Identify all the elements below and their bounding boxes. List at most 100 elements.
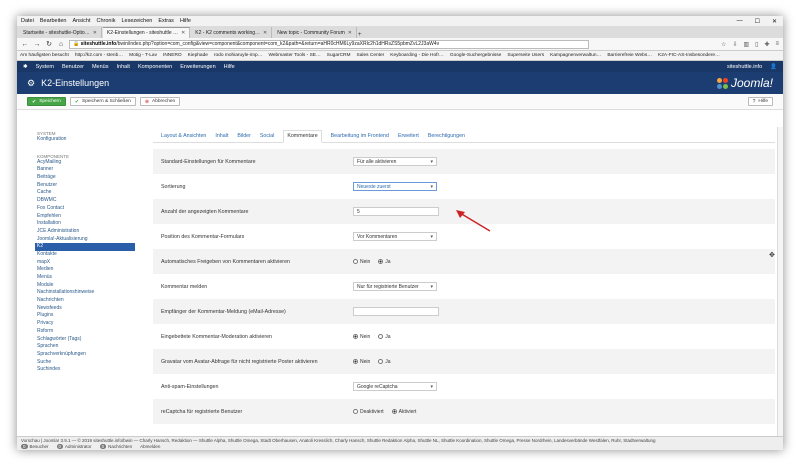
sidebar-item[interactable]: Newsfeeds xyxy=(37,305,135,313)
bookmark-item[interactable]: Keyboarding - Die Hofr… xyxy=(390,53,444,58)
sidebar-item[interactable]: DBWMC xyxy=(37,197,135,205)
back-icon[interactable]: ← xyxy=(21,41,29,48)
browser-tab[interactable]: K2-Einstellungen - siteshuttle … ✕ xyxy=(102,27,191,38)
cancel-button[interactable]: ⊗ Abbrechen xyxy=(139,97,181,106)
form-select[interactable]: Nur für registrierte Benutzer xyxy=(353,282,437,291)
tab-4[interactable]: Kommentare xyxy=(283,130,322,143)
browser-menu-icon[interactable]: ≡ xyxy=(775,41,779,48)
bookmark-item[interactable]: Webmaster Tools - SE… xyxy=(268,53,320,58)
tab-6[interactable]: Erweitert xyxy=(398,133,419,142)
radio-option[interactable]: Deaktiviert xyxy=(353,409,384,415)
form-select[interactable]: Neueste zuerst xyxy=(353,182,437,191)
radio-option[interactable]: Nein xyxy=(353,359,370,365)
sidebar-item[interactable]: JCE Administration xyxy=(37,228,135,236)
sidebar-item[interactable]: AcyMailing xyxy=(37,159,135,167)
sidebar-item[interactable]: Fox Contact xyxy=(37,205,135,213)
sidebar-item[interactable]: Benutzer xyxy=(37,182,135,190)
sidebar-item[interactable]: Rsform xyxy=(37,328,135,336)
bookmark-item[interactable]: Motig - T-Lav xyxy=(129,53,157,58)
tab-close-icon[interactable]: ✕ xyxy=(263,30,267,36)
browser-menu-bearbeiten[interactable]: Bearbeiten xyxy=(40,18,67,24)
new-tab-icon[interactable]: + xyxy=(358,32,362,38)
bookmark-item[interactable]: SugarCRM xyxy=(327,53,351,58)
topnav-hilfe[interactable]: Hilfe xyxy=(224,64,235,70)
reload-icon[interactable]: ↻ xyxy=(45,40,53,48)
bookmark-item[interactable]: Barrierefreie Webs… xyxy=(607,53,652,58)
sidebar-item[interactable]: Module xyxy=(37,282,135,290)
browser-menu-hilfe[interactable]: Hilfe xyxy=(180,18,191,24)
topnav-menüs[interactable]: Menüs xyxy=(92,64,109,70)
tab-2[interactable]: Bilder xyxy=(237,133,251,142)
sidebar-item[interactable]: Plugins xyxy=(37,312,135,320)
browser-menu-ansicht[interactable]: Ansicht xyxy=(72,18,90,24)
tab-3[interactable]: Social xyxy=(260,133,274,142)
bookmark-star-icon[interactable]: ☆ xyxy=(721,41,726,48)
radio-option[interactable]: Aktiviert xyxy=(391,409,416,415)
bookmark-item[interactable]: Kiephade xyxy=(188,53,208,58)
joomla-logo[interactable]: Joomla! xyxy=(716,76,773,90)
bookmark-item[interactable]: rodo mohiaruyle-imp… xyxy=(214,53,263,58)
sidebar-item[interactable]: Nachrichten xyxy=(37,297,135,305)
sidebar-item[interactable]: Sprachen xyxy=(37,343,135,351)
tab-close-icon[interactable]: ✕ xyxy=(181,30,185,36)
browser-tab[interactable]: New topic - Community Forum ✕ xyxy=(273,27,357,38)
sidebar-item[interactable]: Schlagwörter (Tags) xyxy=(37,336,135,344)
form-text-input[interactable] xyxy=(353,307,439,316)
browser-tab[interactable]: K2 - K2 comments working… ✕ xyxy=(191,27,273,38)
radio-option[interactable]: Ja xyxy=(378,259,391,265)
form-select[interactable]: Google reCaptcha xyxy=(353,382,437,391)
extension-icon[interactable]: ✚ xyxy=(764,41,769,48)
bookmark-item[interactable]: Am häufigsten besucht xyxy=(20,53,69,58)
topnav-benutzer[interactable]: Benutzer xyxy=(62,64,84,70)
radio-option[interactable]: Nein xyxy=(353,334,370,340)
sidebar-item[interactable]: Cache xyxy=(37,189,135,197)
save-close-button[interactable]: ✔ Speichern & Schließen xyxy=(69,97,136,106)
bookmark-item[interactable]: INNERO xyxy=(163,53,182,58)
library-icon[interactable]: ▥ xyxy=(743,41,749,48)
radio-option[interactable]: Ja xyxy=(378,359,391,365)
tab-5[interactable]: Bearbeitung im Frontend xyxy=(331,133,389,142)
topnav-system[interactable]: System xyxy=(36,64,54,70)
page-scrollbar[interactable] xyxy=(777,127,783,436)
user-icon[interactable]: 👤 xyxy=(770,64,777,70)
sidebar-item[interactable]: Joomla!-Aktualisierung xyxy=(37,236,135,244)
sidebar-item[interactable]: Banner xyxy=(37,166,135,174)
sidebar-item[interactable]: Suche xyxy=(37,359,135,367)
site-link[interactable]: siteshuttle.info xyxy=(727,64,762,70)
radio-option[interactable]: Ja xyxy=(378,334,391,340)
address-bar[interactable]: 🔒 siteshuttle.info /bwin/index.php?optio… xyxy=(69,39,589,49)
bookmark-item[interactable]: http://k2.com - stenb… xyxy=(75,53,123,58)
browser-menu-lesezeichen[interactable]: Lesezeichen xyxy=(121,18,152,24)
maximize-icon[interactable]: ☐ xyxy=(755,18,760,25)
sidebar-item[interactable]: Menüs xyxy=(37,274,135,282)
bookmark-item[interactable]: Superseite Users xyxy=(507,53,544,58)
help-button[interactable]: ? Hilfe xyxy=(747,97,773,106)
download-icon[interactable]: ⇩ xyxy=(732,41,737,48)
sidebar-item[interactable]: Suchindex xyxy=(37,366,135,374)
sidebar-item[interactable]: Medien xyxy=(37,266,135,274)
sidebar-item[interactable]: Kontakte xyxy=(37,251,135,259)
bookmark-item[interactable]: Sales Center xyxy=(357,53,385,58)
sidebar-item[interactable]: Empfehlen xyxy=(37,213,135,221)
forward-icon[interactable]: → xyxy=(33,41,41,48)
sidebar-item[interactable]: mapX xyxy=(37,259,135,267)
home-icon[interactable]: ⌂ xyxy=(57,41,65,48)
tab-0[interactable]: Layout & Ansichten xyxy=(161,133,206,142)
joomla-small-icon[interactable]: ✱ xyxy=(23,64,28,70)
tab-close-icon[interactable]: ✕ xyxy=(93,30,97,36)
footer-item[interactable]: 0 Besucher xyxy=(21,444,49,449)
footer-item[interactable]: Abmelden xyxy=(140,444,160,449)
sidebar-item[interactable]: Sprachverknüpfungen xyxy=(37,351,135,359)
sidebar-icon[interactable]: ▯ xyxy=(755,41,758,48)
browser-menu-extras[interactable]: Extras xyxy=(158,18,174,24)
topnav-erweiterungen[interactable]: Erweiterungen xyxy=(180,64,215,70)
browser-tab[interactable]: Startseite - siteshuttle-Optio… ✕ xyxy=(19,27,102,38)
footer-item[interactable]: 0 Nachrichten xyxy=(99,444,132,449)
tab-close-icon[interactable]: ✕ xyxy=(348,30,352,36)
sidebar-item[interactable]: K2 xyxy=(35,243,135,251)
topnav-inhalt[interactable]: Inhalt xyxy=(116,64,129,70)
sidebar-item[interactable]: Installation xyxy=(37,220,135,228)
sidebar-item[interactable]: Nachinstallationshinweise xyxy=(37,289,135,297)
topnav-komponenten[interactable]: Komponenten xyxy=(138,64,172,70)
browser-menu-chronik[interactable]: Chronik xyxy=(97,18,116,24)
